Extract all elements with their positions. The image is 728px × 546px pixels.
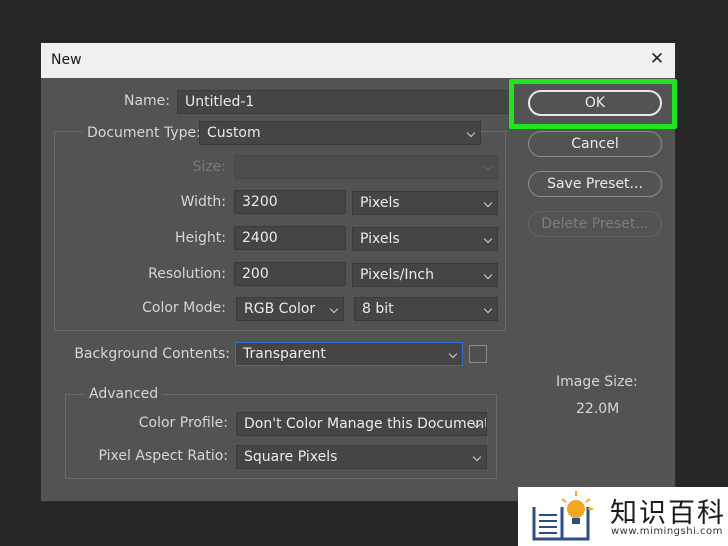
- chevron-down-icon: [466, 128, 476, 138]
- document-type-select[interactable]: Custom: [199, 121, 481, 145]
- chevron-down-icon: [329, 304, 339, 314]
- background-contents-value: Transparent: [243, 346, 326, 362]
- pixel-aspect-ratio-label: Pixel Aspect Ratio:: [98, 448, 229, 464]
- size-select: [234, 155, 498, 179]
- chevron-down-icon: [483, 234, 493, 244]
- color-mode-select[interactable]: RGB Color: [236, 297, 344, 321]
- width-unit-select[interactable]: Pixels: [352, 191, 498, 215]
- close-icon[interactable]: ✕: [647, 49, 667, 69]
- height-input[interactable]: 2400: [234, 226, 346, 250]
- background-color-swatch[interactable]: [469, 345, 487, 363]
- save-preset-button[interactable]: Save Preset...: [528, 171, 662, 197]
- width-unit-value: Pixels: [360, 195, 400, 211]
- bit-depth-select[interactable]: 8 bit: [354, 297, 498, 321]
- name-label: Name:: [123, 93, 170, 109]
- color-profile-value: Don't Color Manage this Document: [244, 416, 487, 432]
- color-mode-label: Color Mode:: [142, 300, 226, 316]
- pixel-aspect-ratio-select[interactable]: Square Pixels: [236, 445, 487, 469]
- width-input[interactable]: 3200: [234, 190, 346, 214]
- image-size-label: Image Size:: [556, 374, 638, 390]
- image-size-value: 22.0M: [576, 401, 620, 417]
- ok-button[interactable]: OK: [528, 90, 662, 116]
- document-type-label: Document Type:: [83, 125, 205, 141]
- background-contents-label: Background Contents:: [74, 346, 230, 362]
- pixel-aspect-ratio-value: Square Pixels: [244, 449, 338, 465]
- background-contents-select[interactable]: Transparent: [235, 342, 463, 366]
- watermark-name: 知识百科: [610, 498, 726, 529]
- height-label: Height:: [175, 230, 226, 246]
- delete-preset-button: Delete Preset...: [528, 211, 662, 237]
- resolution-unit-value: Pixels/Inch: [360, 267, 434, 283]
- width-label: Width:: [180, 194, 226, 210]
- chevron-down-icon: [483, 270, 493, 280]
- resolution-label: Resolution:: [148, 266, 226, 282]
- chevron-down-icon: [448, 349, 458, 359]
- watermark: 知识百科 www.mimingshi.com: [518, 487, 728, 546]
- dialog-titlebar: New ✕: [41, 43, 675, 78]
- watermark-url: www.mimingshi.com: [611, 526, 723, 537]
- chevron-down-icon: [483, 162, 493, 172]
- advanced-title: Advanced: [85, 386, 163, 402]
- dialog-title: New: [51, 52, 82, 68]
- size-label: Size:: [192, 159, 226, 175]
- resolution-input[interactable]: 200: [234, 262, 346, 286]
- color-profile-label: Color Profile:: [138, 415, 228, 431]
- cancel-button[interactable]: Cancel: [528, 131, 662, 157]
- chevron-down-icon: [483, 198, 493, 208]
- color-profile-select[interactable]: Don't Color Manage this Document: [236, 412, 487, 436]
- resolution-unit-select[interactable]: Pixels/Inch: [352, 263, 498, 287]
- height-unit-value: Pixels: [360, 231, 400, 247]
- chevron-down-icon: [472, 452, 482, 462]
- color-mode-value: RGB Color: [244, 301, 316, 317]
- height-unit-select[interactable]: Pixels: [352, 227, 498, 251]
- name-input[interactable]: Untitled-1: [177, 90, 510, 114]
- chevron-down-icon: [483, 304, 493, 314]
- document-type-value: Custom: [207, 125, 261, 141]
- bit-depth-value: 8 bit: [362, 301, 394, 317]
- book-lightbulb-logo: [532, 491, 593, 541]
